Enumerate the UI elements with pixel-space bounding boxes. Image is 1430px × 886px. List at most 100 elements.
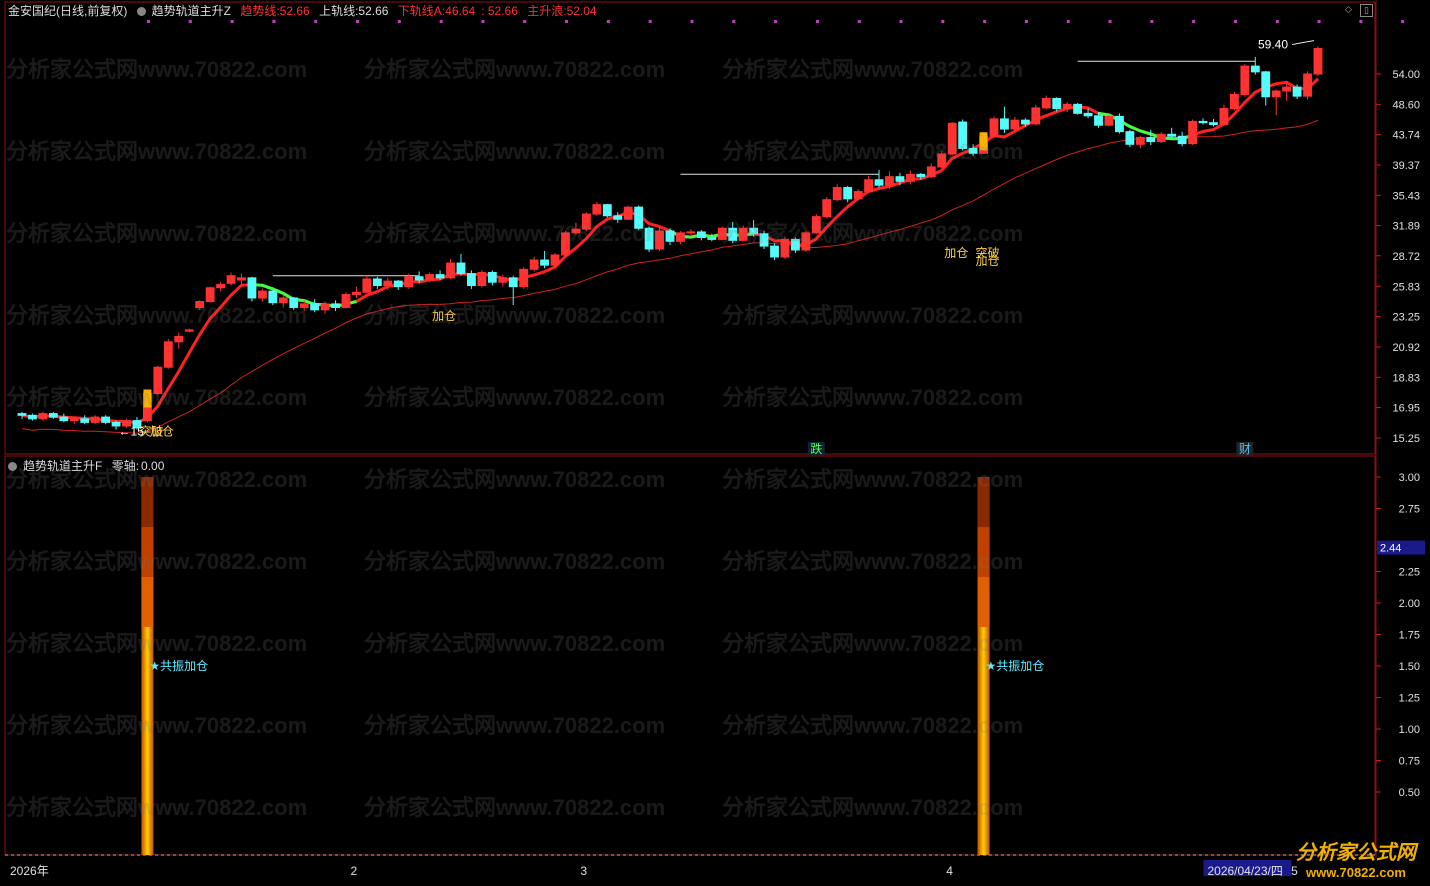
candle-body bbox=[404, 276, 414, 288]
chart-canvas: 54.00 48.60 43.74 39.37 35.43 31.89 28.72 25.83… bbox=[4, 0, 1425, 878]
candle-body bbox=[811, 216, 821, 234]
signal-dot bbox=[1359, 20, 1363, 23]
candle-body bbox=[655, 230, 664, 250]
candle-body bbox=[1303, 73, 1312, 97]
candle-body bbox=[331, 303, 340, 308]
y-tick-label: 18.83 bbox=[1392, 372, 1420, 384]
rise-label: 主升浪: bbox=[527, 4, 567, 18]
sub-indicator-settings-icon[interactable] bbox=[8, 462, 17, 471]
signal-dot bbox=[397, 20, 401, 23]
candle-body bbox=[1052, 97, 1062, 110]
indicator-settings-icon[interactable] bbox=[136, 7, 146, 16]
candle-body bbox=[1209, 122, 1218, 126]
signal-dot bbox=[230, 20, 234, 23]
candle-body bbox=[874, 179, 884, 186]
candle-body bbox=[1125, 131, 1135, 145]
candle-body bbox=[278, 297, 288, 304]
signal-dot bbox=[774, 20, 778, 23]
x-axis-label: 2026年 bbox=[10, 864, 49, 878]
sub-y-tick-label: 2.75 bbox=[1399, 504, 1420, 516]
candle-body bbox=[644, 227, 654, 250]
signal-bar-cap bbox=[977, 477, 990, 527]
restore-icon[interactable]: ◇ bbox=[1343, 4, 1354, 15]
candle-body bbox=[487, 271, 497, 283]
x-axis-label: 2026/04/23/四 bbox=[1207, 864, 1282, 878]
candle-body bbox=[916, 173, 926, 178]
candle-body bbox=[1261, 71, 1271, 98]
candle-body bbox=[895, 176, 905, 182]
candle-body bbox=[1031, 107, 1041, 125]
candle-body bbox=[623, 206, 633, 220]
candle-body bbox=[937, 153, 947, 168]
candle-body bbox=[90, 416, 100, 423]
signal-bar-label: ★共振加仓 bbox=[149, 659, 208, 673]
candle-body bbox=[17, 413, 27, 416]
candle-body bbox=[843, 187, 853, 200]
sub-indicator-name[interactable]: 趋势轨道主升F bbox=[23, 459, 102, 473]
signal-annotation: 加仓 bbox=[150, 424, 174, 438]
candle-body bbox=[383, 280, 393, 287]
y-tick-label: 23.25 bbox=[1392, 312, 1420, 324]
stock-title[interactable]: 金安国纪(日线,前复权) bbox=[8, 4, 127, 18]
candle-body bbox=[1240, 65, 1250, 95]
candle-body bbox=[1156, 133, 1166, 143]
candle-body bbox=[947, 122, 957, 155]
candle-body bbox=[832, 187, 842, 201]
lower-track-line bbox=[21, 119, 1319, 434]
candle-body bbox=[864, 179, 874, 193]
candle-body bbox=[1104, 115, 1114, 126]
candle-body bbox=[1313, 48, 1323, 75]
candle-body bbox=[80, 418, 90, 423]
candle-body bbox=[1073, 103, 1083, 114]
candle-body bbox=[446, 262, 455, 279]
signal-dot bbox=[1192, 20, 1196, 23]
zero-label: 零轴: bbox=[111, 459, 140, 473]
candle-body bbox=[1250, 65, 1260, 73]
max-price-arrow bbox=[1291, 40, 1315, 46]
candle-body bbox=[174, 335, 184, 343]
candle-body bbox=[707, 237, 717, 240]
signal-dot bbox=[732, 20, 736, 23]
candle-body bbox=[184, 329, 194, 332]
signal-dot bbox=[1108, 20, 1112, 23]
candle-body bbox=[456, 262, 466, 275]
candle-body bbox=[1292, 86, 1302, 97]
signal-bar-band bbox=[141, 577, 154, 627]
logo-url: www.70822.com bbox=[1306, 865, 1406, 880]
sub-y-tick-label: 3.00 bbox=[1399, 472, 1420, 484]
current-value-label: 2.44 bbox=[1380, 543, 1401, 555]
candle-body bbox=[1010, 119, 1020, 130]
candle-body bbox=[550, 254, 560, 266]
signal-dot bbox=[188, 20, 192, 23]
candle-body bbox=[561, 232, 570, 256]
main-frame bbox=[4, 1, 1376, 455]
candle-body bbox=[289, 297, 299, 308]
candle-body bbox=[414, 276, 424, 281]
candle-body bbox=[1167, 133, 1177, 137]
signal-dot bbox=[481, 20, 485, 23]
candle-body bbox=[822, 199, 832, 218]
candle-body bbox=[519, 268, 529, 288]
main-indicator-name[interactable]: 趋势轨道主升Z bbox=[152, 4, 231, 18]
y-tick-label: 48.60 bbox=[1392, 99, 1420, 111]
candle-body bbox=[581, 213, 591, 230]
candle-body bbox=[853, 191, 863, 200]
candle-body bbox=[1062, 103, 1072, 110]
candle-body bbox=[48, 413, 58, 418]
candle-body bbox=[237, 277, 246, 281]
candle-body bbox=[1177, 135, 1187, 145]
candle-body bbox=[759, 233, 769, 247]
candle-body bbox=[299, 303, 309, 308]
candle-body bbox=[1271, 90, 1281, 98]
sub-y-tick-label: 2.00 bbox=[1399, 598, 1420, 610]
candle-body bbox=[467, 273, 476, 287]
candle-body bbox=[163, 341, 173, 368]
candle-body bbox=[205, 287, 215, 303]
signal-dot bbox=[565, 20, 569, 23]
maximize-icon[interactable]: ▯ bbox=[1360, 4, 1373, 17]
site-logo: 分析家公式网 www.70822.com bbox=[1296, 836, 1416, 880]
candle-body bbox=[59, 416, 69, 422]
candle-body bbox=[257, 290, 267, 299]
event-tag: 财 bbox=[1239, 442, 1251, 456]
y-tick-label: 28.72 bbox=[1392, 251, 1420, 263]
